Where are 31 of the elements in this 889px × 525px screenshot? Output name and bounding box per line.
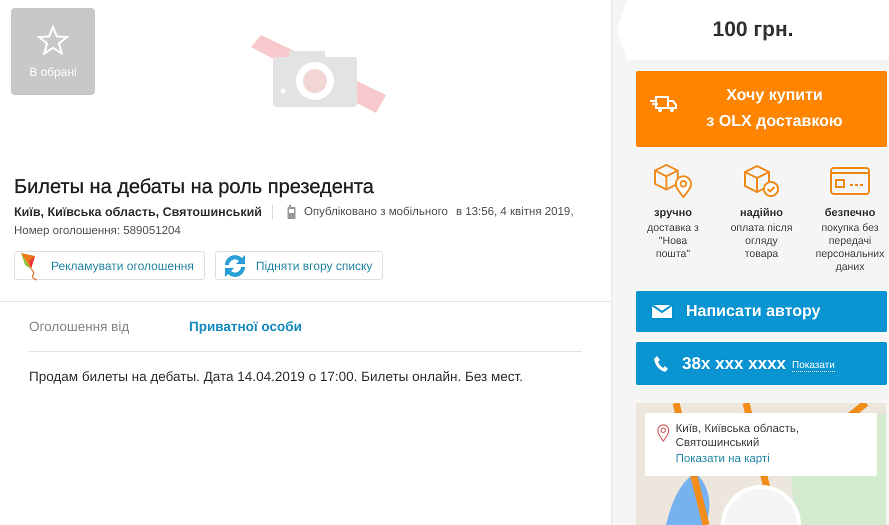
envelope-icon: [652, 305, 672, 318]
location-text: Київ, Київська область, Святошинський: [14, 205, 262, 219]
star-icon: [37, 24, 69, 54]
ad-number: Номер оголошення: 589051204: [14, 225, 182, 237]
message-author-button[interactable]: Написати автору: [636, 291, 887, 332]
promote-button[interactable]: Рекламувати оголошення: [14, 251, 205, 280]
box-check-icon: [742, 163, 780, 199]
published-time: в 13:56, 4 квітня 2019,: [456, 206, 574, 218]
benefit-title: зручно: [654, 207, 692, 219]
detail-label: Оголошення від: [29, 319, 130, 334]
phone-icon: [654, 356, 668, 372]
benefit-text: оплата після огляду товара: [730, 222, 794, 262]
price-text: 100 грн.: [712, 18, 794, 42]
bump-up-button[interactable]: Підняти вгору списку: [214, 251, 384, 280]
listing-title: Билеты на дебаты на роль презедента: [14, 176, 375, 199]
map-address: Київ, Київська область, Святошинський: [676, 423, 800, 451]
detail-value-link[interactable]: Приватної особи: [189, 319, 302, 334]
published-text: Опубліковано з мобільного: [304, 206, 448, 218]
benefit-text: покупка без передачі персональних даних: [814, 222, 886, 274]
show-phone-link[interactable]: Показати: [792, 360, 835, 372]
location-pin-icon: [657, 423, 670, 443]
box-pin-icon: [652, 163, 694, 199]
benefit-text: доставка з "Нова пошта": [646, 222, 700, 262]
description-text: Продам билеты на дебаты. Дата 14.04.2019 о 17:00. Билеты онлайн. Без мест.: [29, 369, 524, 384]
truck-icon: [650, 95, 678, 113]
benefit-title: надійно: [740, 207, 783, 219]
mobile-phone-icon: [286, 205, 296, 219]
show-on-map-link[interactable]: Показати на карті: [676, 452, 865, 465]
phone-number: 38x xxx xxxx: [682, 354, 786, 374]
benefit-title: безпечно: [824, 207, 876, 219]
buy-with-delivery-button[interactable]: Хочу купити з OLX доставкою: [636, 71, 887, 147]
